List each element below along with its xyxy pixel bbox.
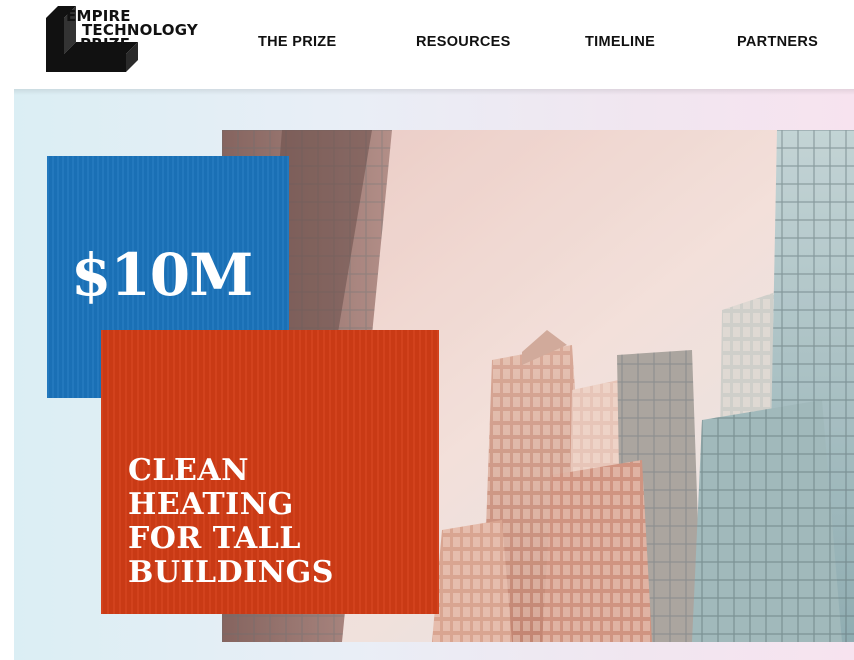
page: EMPIRE TECHNOLOGY PRIZE THE PRIZE RESOUR…	[0, 0, 854, 660]
nav-item-the-prize[interactable]: THE PRIZE	[258, 34, 336, 50]
tagline-line-1: CLEAN	[128, 453, 250, 488]
nav-item-timeline[interactable]: TIMELINE	[585, 34, 655, 50]
nav-item-resources[interactable]: RESOURCES	[416, 34, 511, 50]
prize-amount: $10M	[71, 241, 253, 309]
hero-banner: $10M CLEAN HEATING FOR TALL BUILDINGS	[14, 89, 854, 660]
nav-item-partners[interactable]: PARTNERS	[737, 34, 818, 50]
tagline-line-3: FOR TALL	[128, 521, 301, 556]
site-header: EMPIRE TECHNOLOGY PRIZE THE PRIZE RESOUR…	[0, 0, 854, 88]
tagline-panel: CLEAN HEATING FOR TALL BUILDINGS	[101, 330, 439, 614]
tagline-line-4: BUILDINGS	[128, 555, 334, 590]
main-nav: THE PRIZE RESOURCES TIMELINE PARTNERS	[0, 34, 854, 54]
tagline-line-2: HEATING	[128, 487, 294, 522]
hero-tagline: CLEAN HEATING FOR TALL BUILDINGS	[128, 454, 428, 590]
